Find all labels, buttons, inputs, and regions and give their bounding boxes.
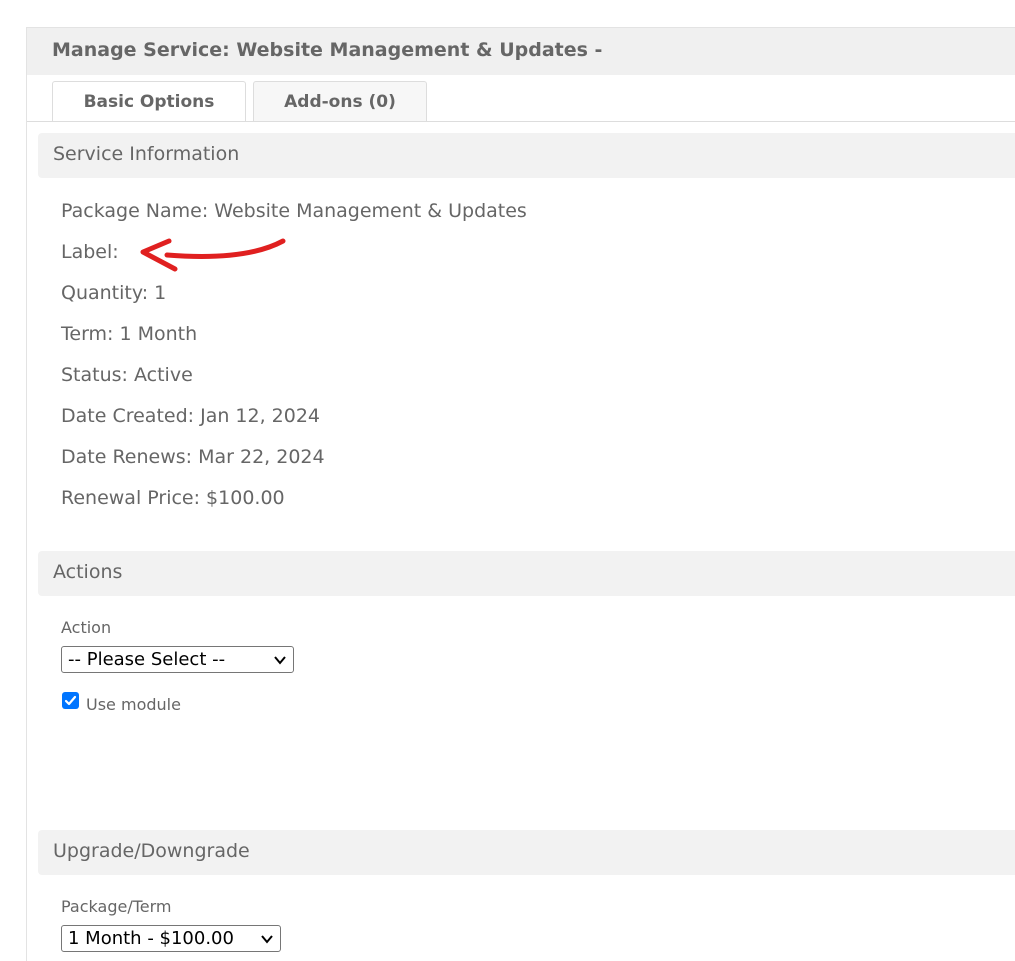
- action-select[interactable]: -- Please Select --: [61, 646, 294, 673]
- action-select-value: -- Please Select --: [68, 649, 226, 670]
- use-module-label: Use module: [86, 695, 181, 714]
- date-renews-line: Date Renews: Mar 22, 2024: [61, 446, 325, 468]
- tab-add-ons[interactable]: Add-ons (0): [253, 81, 427, 121]
- actions-title: Actions: [53, 561, 123, 583]
- actions-header: Actions: [38, 551, 1015, 596]
- tab-basic-options[interactable]: Basic Options: [52, 81, 246, 122]
- panel-header: Manage Service: Website Management & Upd…: [27, 28, 1015, 75]
- service-information-header: Service Information: [38, 133, 1015, 178]
- renewal-price-line: Renewal Price: $100.00: [61, 487, 285, 509]
- upgrade-downgrade-header: Upgrade/Downgrade: [38, 830, 1015, 875]
- term-line: Term: 1 Month: [61, 323, 198, 345]
- page-title: Manage Service: Website Management & Upd…: [52, 39, 603, 61]
- upgrade-downgrade-title: Upgrade/Downgrade: [53, 840, 250, 862]
- action-label: Action: [61, 618, 112, 637]
- date-created-line: Date Created: Jan 12, 2024: [61, 405, 321, 427]
- package-term-select-value: 1 Month - $100.00: [68, 928, 234, 949]
- status-line: Status: Active: [61, 364, 193, 386]
- package-term-select[interactable]: 1 Month - $100.00: [61, 925, 281, 952]
- service-information-title: Service Information: [53, 143, 240, 165]
- checkmark-icon: [64, 695, 77, 706]
- use-module-checkbox[interactable]: [62, 692, 79, 709]
- quantity-line: Quantity: 1: [61, 282, 167, 304]
- manage-service-panel: Manage Service: Website Management & Upd…: [26, 27, 1015, 961]
- page: Manage Service: Website Management & Upd…: [0, 0, 1015, 961]
- package-name-line: Package Name: Website Management & Updat…: [61, 200, 527, 222]
- label-line: Label:: [61, 241, 119, 263]
- chevron-down-icon: [261, 935, 273, 944]
- chevron-down-icon: [274, 656, 286, 665]
- package-term-label: Package/Term: [61, 897, 172, 916]
- red-arrow-icon: [140, 238, 286, 272]
- tabs-divider: [27, 121, 1015, 122]
